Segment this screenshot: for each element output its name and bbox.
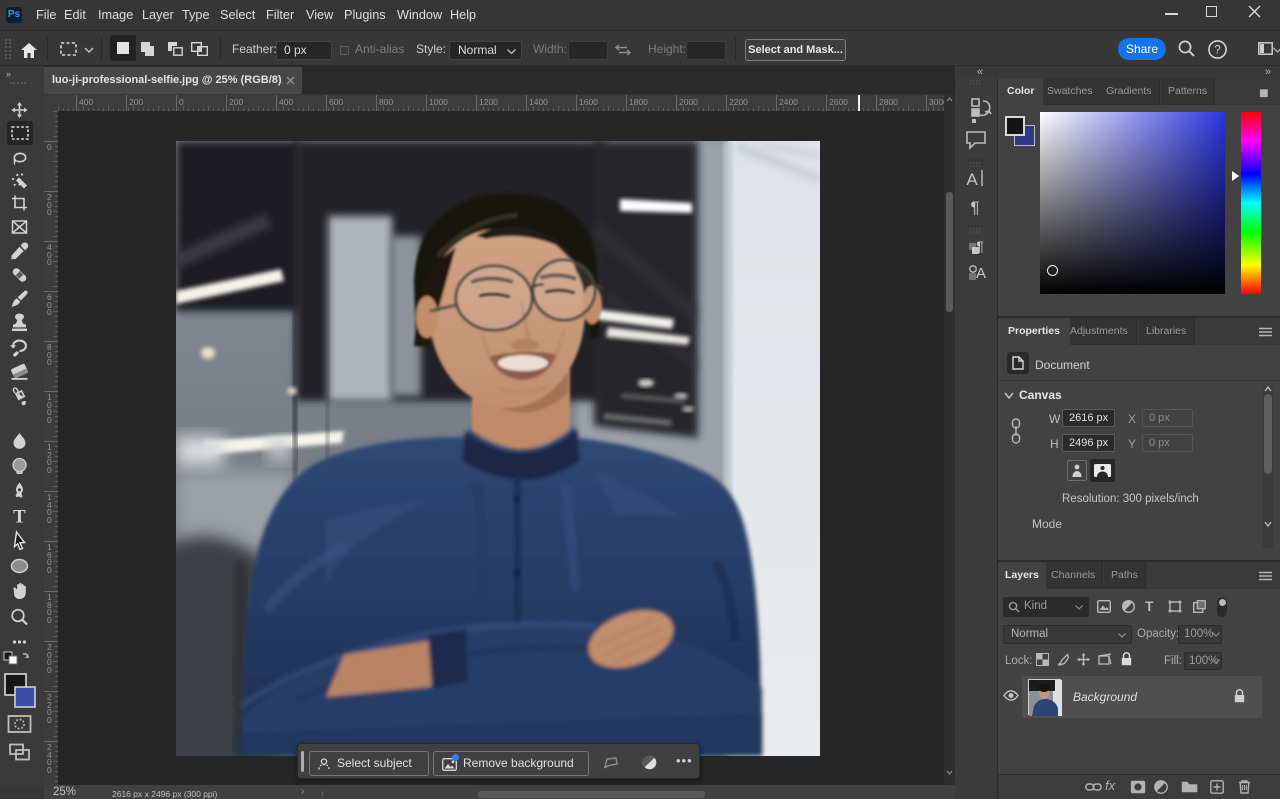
- svg-text:T: T: [13, 507, 26, 528]
- svg-text:¶: ¶: [970, 198, 979, 217]
- svg-text:?: ?: [1214, 45, 1220, 57]
- svg-text:A: A: [976, 265, 986, 282]
- svg-text:A: A: [966, 170, 978, 189]
